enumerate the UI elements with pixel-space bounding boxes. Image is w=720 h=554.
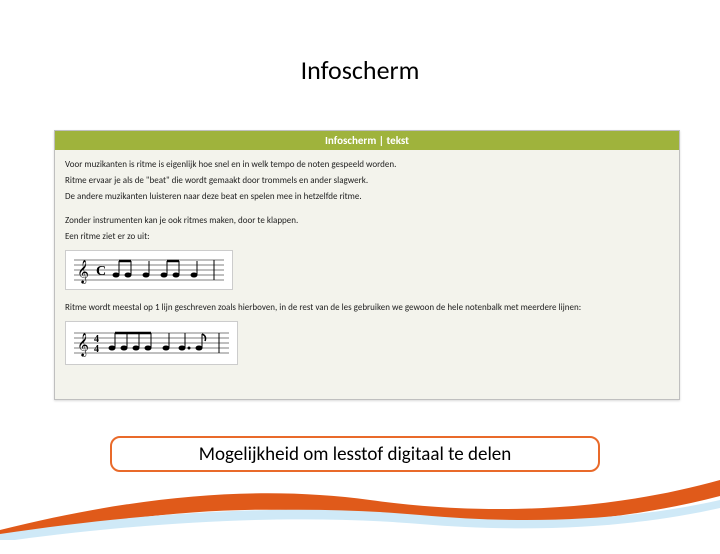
paragraph: Een ritme ziet er zo uit: xyxy=(65,230,669,244)
paragraph: De andere muzikanten luisteren naar deze… xyxy=(65,190,669,204)
music-notation-single-line: 𝄞 C xyxy=(65,250,233,290)
paragraph: Zonder instrumenten kan je ook ritmes ma… xyxy=(65,214,669,228)
svg-text:4: 4 xyxy=(94,344,99,355)
paragraph: Ritme ervaar je als de "beat" die wordt … xyxy=(65,174,669,188)
slide-title: Infoscherm xyxy=(0,54,720,86)
infoscreen-body: Voor muzikanten is ritme is eigenlijk ho… xyxy=(55,150,679,384)
svg-text:C: C xyxy=(96,264,106,279)
caption-text: Mogelijkheid om lesstof digitaal te dele… xyxy=(199,443,512,466)
caption-pill: Mogelijkheid om lesstof digitaal te dele… xyxy=(110,436,600,472)
infoscreen-header: Infoscherm | tekst xyxy=(55,131,679,150)
paragraph: Ritme wordt meestal op 1 lijn geschreven… xyxy=(65,301,669,315)
decoration-swoosh xyxy=(0,460,720,540)
music-notation-full-staff: 𝄞 4 4 xyxy=(65,321,238,365)
svg-text:𝄞: 𝄞 xyxy=(77,261,89,284)
svg-text:𝄞: 𝄞 xyxy=(77,334,89,357)
paragraph: Voor muzikanten is ritme is eigenlijk ho… xyxy=(65,158,669,172)
infoscreen-card: Infoscherm | tekst Voor muzikanten is ri… xyxy=(54,130,680,400)
